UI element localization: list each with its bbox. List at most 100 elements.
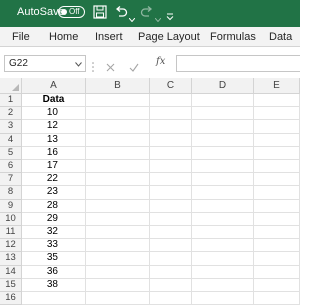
table-cell[interactable]	[86, 160, 150, 174]
row-header[interactable]: 12	[0, 239, 22, 253]
table-cell[interactable]	[254, 107, 300, 121]
table-cell[interactable]	[192, 212, 254, 226]
row-header[interactable]: 8	[0, 186, 22, 200]
table-cell[interactable]	[86, 186, 150, 200]
table-cell[interactable]	[254, 186, 300, 200]
select-all-button[interactable]	[0, 78, 22, 94]
table-cell[interactable]: 28	[22, 199, 86, 213]
row-header[interactable]: 15	[0, 278, 22, 292]
table-cell[interactable]: 38	[22, 278, 86, 292]
table-cell[interactable]	[150, 133, 192, 147]
table-cell[interactable]	[192, 160, 254, 174]
table-cell[interactable]	[86, 199, 150, 213]
table-cell[interactable]	[86, 292, 150, 305]
table-cell[interactable]	[192, 94, 254, 108]
cancel-icon[interactable]	[106, 59, 115, 77]
table-cell[interactable]	[150, 265, 192, 279]
table-cell[interactable]	[192, 239, 254, 253]
table-cell[interactable]	[254, 120, 300, 134]
table-cell[interactable]	[254, 173, 300, 187]
column-header-c[interactable]: C	[150, 78, 192, 94]
row-header[interactable]: 11	[0, 226, 22, 240]
table-cell[interactable]	[192, 252, 254, 266]
table-cell[interactable]	[150, 146, 192, 160]
tab-file[interactable]: File	[12, 31, 30, 43]
table-cell[interactable]	[150, 94, 192, 108]
table-cell[interactable]	[254, 146, 300, 160]
table-cell[interactable]	[192, 278, 254, 292]
table-cell[interactable]	[254, 212, 300, 226]
table-cell[interactable]	[192, 226, 254, 240]
table-cell[interactable]: 16	[22, 146, 86, 160]
autosave-toggle[interactable]: Off	[58, 6, 85, 18]
table-cell[interactable]	[254, 160, 300, 174]
table-cell[interactable]	[192, 173, 254, 187]
table-cell[interactable]	[22, 292, 86, 305]
table-cell[interactable]	[86, 226, 150, 240]
table-cell[interactable]	[192, 292, 254, 305]
table-cell[interactable]: 36	[22, 265, 86, 279]
table-cell[interactable]	[254, 265, 300, 279]
column-header-e[interactable]: E	[254, 78, 300, 94]
table-cell[interactable]	[86, 265, 150, 279]
undo-dropdown-icon[interactable]	[128, 9, 136, 27]
table-cell[interactable]: 10	[22, 107, 86, 121]
tab-page-layout[interactable]: Page Layout	[138, 31, 200, 43]
table-cell[interactable]	[86, 212, 150, 226]
table-cell[interactable]	[86, 94, 150, 108]
table-cell[interactable]: 33	[22, 239, 86, 253]
row-header[interactable]: 4	[0, 133, 22, 147]
table-cell[interactable]	[150, 226, 192, 240]
table-cell[interactable]	[86, 107, 150, 121]
save-icon[interactable]	[93, 5, 107, 24]
table-cell[interactable]	[254, 133, 300, 147]
row-header[interactable]: 14	[0, 265, 22, 279]
name-box[interactable]: G22	[4, 55, 86, 72]
table-cell[interactable]	[192, 120, 254, 134]
table-cell[interactable]	[150, 107, 192, 121]
table-cell[interactable]: 29	[22, 212, 86, 226]
tab-home[interactable]: Home	[49, 31, 78, 43]
row-header[interactable]: 5	[0, 146, 22, 160]
table-cell[interactable]	[192, 133, 254, 147]
chevron-down-icon[interactable]	[75, 59, 82, 70]
redo-icon[interactable]	[140, 5, 154, 24]
tab-insert[interactable]: Insert	[95, 31, 123, 43]
tab-formulas[interactable]: Formulas	[210, 31, 256, 43]
column-header-d[interactable]: D	[192, 78, 254, 94]
table-cell[interactable]	[150, 120, 192, 134]
table-cell[interactable]	[192, 265, 254, 279]
table-cell[interactable]	[150, 160, 192, 174]
column-header-b[interactable]: B	[86, 78, 150, 94]
insert-function-icon[interactable]: fx	[156, 56, 165, 67]
table-cell[interactable]	[86, 252, 150, 266]
row-header[interactable]: 16	[0, 292, 22, 305]
table-cell[interactable]	[150, 292, 192, 305]
table-cell[interactable]	[150, 278, 192, 292]
table-cell[interactable]	[86, 173, 150, 187]
table-cell[interactable]: Data	[22, 94, 86, 108]
redo-dropdown-icon[interactable]	[154, 9, 162, 27]
table-cell[interactable]	[150, 199, 192, 213]
table-cell[interactable]	[86, 239, 150, 253]
table-cell[interactable]: 13	[22, 133, 86, 147]
table-cell[interactable]	[86, 120, 150, 134]
row-header[interactable]: 10	[0, 212, 22, 226]
table-cell[interactable]	[192, 107, 254, 121]
table-cell[interactable]	[192, 186, 254, 200]
formula-input[interactable]	[176, 55, 300, 72]
table-cell[interactable]	[86, 133, 150, 147]
table-cell[interactable]	[150, 173, 192, 187]
table-cell[interactable]	[254, 199, 300, 213]
table-cell[interactable]: 12	[22, 120, 86, 134]
table-cell[interactable]	[86, 146, 150, 160]
table-cell[interactable]	[254, 226, 300, 240]
table-cell[interactable]: 23	[22, 186, 86, 200]
table-cell[interactable]: 35	[22, 252, 86, 266]
row-header[interactable]: 1	[0, 94, 22, 108]
table-cell[interactable]: 32	[22, 226, 86, 240]
table-cell[interactable]	[254, 239, 300, 253]
table-cell[interactable]: 22	[22, 173, 86, 187]
table-cell[interactable]	[254, 292, 300, 305]
row-header[interactable]: 13	[0, 252, 22, 266]
